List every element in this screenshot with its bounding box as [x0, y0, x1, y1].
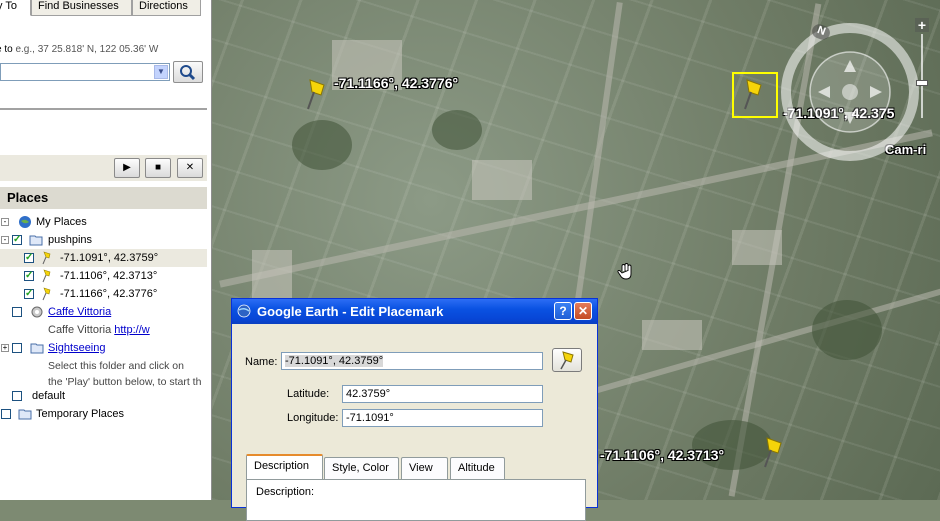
pushpin-icon [42, 269, 51, 283]
caffe-desc-text: Caffe Vittoria [48, 324, 112, 336]
hand-cursor-icon [617, 263, 632, 280]
tree-label: default [32, 390, 66, 402]
dialog-titlebar[interactable]: Google Earth - Edit Placemark ? ✕ [232, 299, 597, 324]
caffe-url-link[interactable]: http://w [114, 324, 149, 336]
folder-icon [30, 343, 44, 354]
caffe-checkbox[interactable] [12, 307, 22, 317]
tree-label: -71.1166°, 42.3776° [60, 288, 158, 300]
place-icon [31, 306, 43, 318]
globe-icon [19, 216, 31, 228]
stop-button[interactable]: ■ [145, 158, 171, 178]
tree-item-pin-1[interactable]: -71.1091°, 42.3759° [0, 249, 207, 267]
fly-to-input[interactable]: ▼ [0, 63, 170, 81]
sightseeing-desc-2: the 'Play' button below, to start th [48, 376, 202, 388]
zoom-thumb[interactable] [916, 80, 928, 86]
edit-placemark-dialog: Google Earth - Edit Placemark ? ✕ Name: … [231, 298, 598, 521]
pushpin-icon [560, 351, 574, 370]
name-value: -71.1091°, 42.3759° [285, 355, 384, 367]
placemark-icon-button[interactable] [552, 348, 582, 372]
tree-label: -71.1106°, 42.3713° [60, 270, 158, 282]
zoom-slider[interactable]: + [915, 18, 929, 118]
latitude-field[interactable]: 42.3759° [342, 385, 543, 403]
google-earth-icon [237, 304, 251, 318]
tab-altitude[interactable]: Altitude [450, 457, 505, 479]
close-button[interactable]: ✕ [177, 158, 203, 178]
latitude-label: Latitude: [287, 388, 330, 400]
tab-style-color[interactable]: Style, Color [324, 457, 399, 479]
search-button[interactable] [173, 61, 203, 83]
folder-open-icon [29, 235, 43, 246]
caffe-vittoria-link[interactable]: Caffe Vittoria [48, 303, 111, 321]
pin-2-checkbox[interactable] [24, 267, 34, 285]
pushpin-icon [42, 251, 51, 265]
chevron-down-icon[interactable]: ▼ [154, 65, 168, 79]
pushpins-checkbox[interactable] [12, 231, 22, 249]
temporary-checkbox[interactable] [1, 409, 11, 419]
zoom-in-icon[interactable]: + [915, 18, 929, 32]
places-header[interactable]: Places [0, 187, 207, 209]
tab-view[interactable]: View [401, 457, 448, 479]
latitude-value: 42.3759° [346, 388, 391, 400]
longitude-label: Longitude: [287, 412, 339, 424]
default-checkbox[interactable] [12, 391, 22, 401]
pushpin-icon[interactable] [761, 436, 785, 470]
pin-3-label[interactable]: -71.1166°, 42.3776° [334, 75, 458, 91]
description-label: Description: [256, 486, 315, 498]
collapse-icon[interactable]: - [1, 218, 9, 226]
longitude-value: -71.1091° [346, 412, 394, 424]
close-button[interactable]: ✕ [574, 302, 592, 320]
pin-1-checkbox[interactable] [24, 249, 34, 267]
building [732, 230, 782, 265]
name-label: Name: [245, 356, 278, 368]
name-field[interactable]: -71.1091°, 42.3759° [281, 352, 543, 370]
sightseeing-link[interactable]: Sightseeing [48, 339, 106, 357]
tree-label: Temporary Places [36, 408, 125, 420]
pushpin-icon [42, 287, 51, 301]
sidebar: y To Find Businesses Directions e to e.g… [0, 0, 212, 500]
search-tabs: y To Find Businesses Directions [0, 0, 201, 16]
fly-to-prefix: e to [0, 44, 13, 55]
tree-label: My Places [36, 216, 87, 228]
longitude-field[interactable]: -71.1091° [342, 409, 543, 427]
folder-icon [18, 409, 32, 420]
pushpin-icon[interactable] [304, 78, 328, 112]
search-icon [180, 65, 196, 81]
tree-canopy [812, 300, 882, 360]
building [472, 160, 532, 200]
pin-3-checkbox[interactable] [24, 285, 34, 303]
caffe-description: Caffe Vittoria http://w [48, 321, 150, 339]
description-pane: Description: [246, 479, 586, 521]
tab-description[interactable]: Description [246, 454, 323, 480]
play-button[interactable]: ▶ [114, 158, 140, 178]
tree-label: -71.1091°, 42.3759° [60, 252, 159, 264]
fly-to-label: e to e.g., 37 25.818' N, 122 05.36' W [0, 44, 158, 55]
tab-fly-to[interactable]: y To [0, 0, 31, 16]
tree-canopy [292, 120, 352, 170]
tour-controls: ▶ ■ ✕ [0, 155, 207, 181]
fly-to-hint: e.g., 37 25.818' N, 122 05.36' W [15, 44, 159, 55]
panel-divider[interactable] [0, 108, 207, 110]
tree-label: pushpins [48, 234, 93, 246]
sightseeing-checkbox[interactable] [12, 343, 22, 353]
building [642, 320, 702, 350]
navigation-compass[interactable] [780, 22, 920, 162]
pushpin-icon[interactable] [741, 78, 765, 112]
expand-icon[interactable]: + [1, 344, 9, 352]
tree-canopy [432, 110, 482, 150]
tab-find-businesses[interactable]: Find Businesses [31, 0, 132, 16]
help-button[interactable]: ? [554, 302, 572, 320]
dialog-title: Google Earth - Edit Placemark [257, 304, 444, 319]
tab-directions[interactable]: Directions [132, 0, 201, 16]
collapse-icon[interactable]: - [1, 236, 9, 244]
pin-2-label[interactable]: -71.1106°, 42.3713° [600, 447, 724, 463]
zoom-track[interactable] [921, 34, 923, 118]
